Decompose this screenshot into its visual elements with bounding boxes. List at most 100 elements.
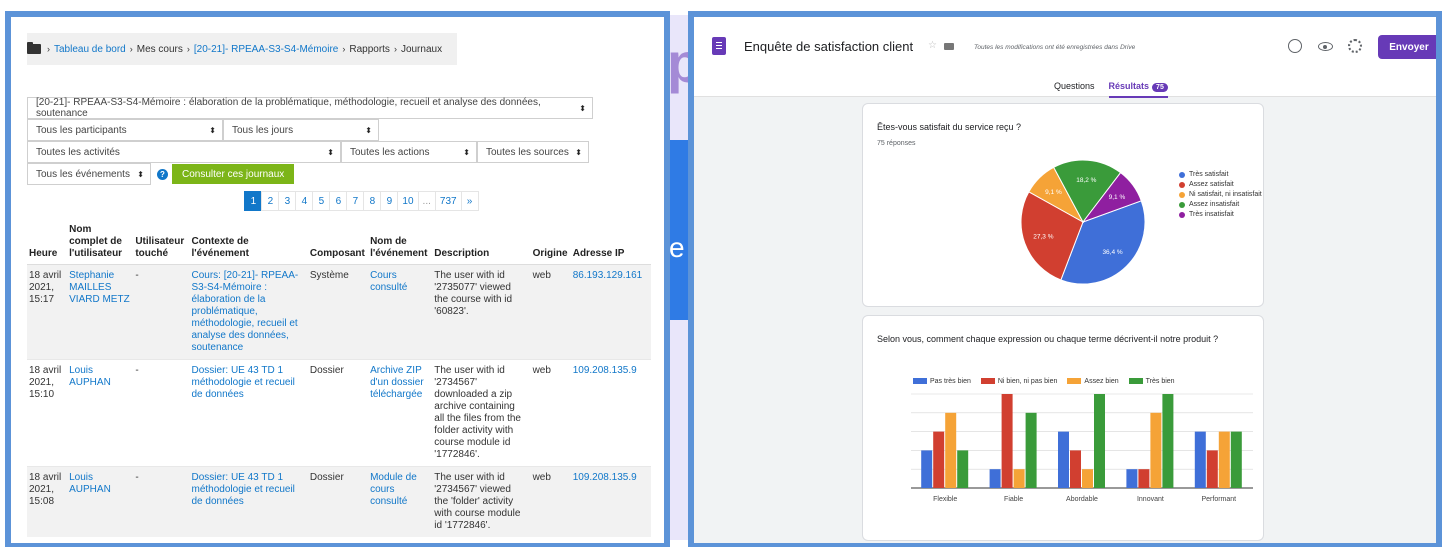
legend-label: Ni satisfait, ni insatisfait	[1189, 191, 1262, 198]
form-title[interactable]: Enquête de satisfaction client	[744, 39, 913, 54]
pie-slice-label: 9,1 %	[1109, 194, 1126, 201]
cell-affected: -	[133, 264, 190, 360]
cell-user[interactable]: Louis AUPHAN	[67, 359, 134, 467]
column-header: Utilisateur touché	[133, 221, 190, 265]
participants-select-value: Tous les participants	[36, 124, 127, 136]
select-caret-icon: ⬍	[463, 147, 470, 157]
pie-slice-label: 36,4 %	[1102, 249, 1122, 256]
cell-context[interactable]: Dossier: UE 43 TD 1 méthodologie et recu…	[189, 359, 308, 467]
page-link[interactable]: 4	[295, 191, 314, 211]
page-link[interactable]: 7	[346, 191, 365, 211]
bar	[957, 450, 969, 488]
folder-icon[interactable]	[944, 43, 954, 50]
actions-select-value: Toutes les actions	[350, 146, 430, 158]
page-link[interactable]: 9	[380, 191, 399, 211]
cell-event[interactable]: Archive ZIP d'un dossier téléchargée	[368, 359, 433, 467]
category-label: Performant	[1201, 496, 1236, 503]
legend-item: Assez satisfait	[1179, 180, 1262, 190]
table-row: 18 avril 2021, 15:08 Louis AUPHAN - Dossier…	[27, 466, 651, 537]
bar	[1138, 469, 1150, 488]
page-link[interactable]: 3	[278, 191, 297, 211]
cell-component: Système	[307, 264, 369, 360]
bar	[1058, 431, 1069, 488]
send-button[interactable]: Envoyer	[1378, 35, 1436, 59]
page-link[interactable]: 737	[434, 191, 462, 211]
view-logs-button[interactable]: Consulter ces journaux	[172, 164, 295, 184]
log-filters: [20-21]- RPEAA-S3-S4-Mémoire : élaborati…	[27, 97, 657, 185]
tab-results[interactable]: Résultats 75	[1108, 81, 1168, 98]
page-link[interactable]: 5	[312, 191, 331, 211]
legend-label: Assez insatisfait	[1189, 201, 1240, 208]
pie-slice-label: 27,3 %	[1033, 233, 1053, 240]
bar	[1230, 431, 1242, 488]
google-forms-screenshot: Enquête de satisfaction client ☆ Toutes …	[688, 11, 1442, 547]
events-select[interactable]: Tous les événements ⬍	[27, 163, 151, 185]
page-link[interactable]: 10	[397, 191, 419, 211]
bar	[1094, 394, 1105, 488]
course-select[interactable]: [20-21]- RPEAA-S3-S4-Mémoire : élaborati…	[27, 97, 593, 119]
help-icon[interactable]: ?	[157, 168, 168, 180]
cell-event[interactable]: Cours consulté	[368, 264, 433, 360]
cell-time: 18 avril 2021, 15:08	[27, 466, 68, 537]
cell-description: The user with id '2734567' viewed the 'f…	[432, 466, 531, 537]
cell-context[interactable]: Dossier: UE 43 TD 1 méthodologie et recu…	[189, 466, 308, 537]
pie-slice-label: 9,1 %	[1045, 189, 1062, 196]
legend-label: Très satisfait	[1189, 171, 1229, 178]
breadcrumb-dashboard[interactable]: Tableau de bord	[54, 44, 126, 55]
cell-description: The user with id '2734567' downloaded a …	[432, 359, 531, 467]
bar	[1218, 431, 1230, 488]
breadcrumb-course[interactable]: [20-21]- RPEAA-S3-S4-Mémoire	[194, 44, 339, 55]
category-label: Innovant	[1137, 496, 1164, 503]
breadcrumb-my-courses[interactable]: Mes cours	[137, 44, 183, 55]
tab-questions[interactable]: Questions	[1054, 81, 1095, 98]
column-header: Composant	[307, 221, 369, 265]
bar	[1070, 450, 1081, 488]
cell-affected: -	[133, 359, 190, 467]
category-label: Fiable	[1004, 496, 1023, 503]
palette-icon[interactable]	[1288, 39, 1302, 53]
select-caret-icon: ⬍	[327, 147, 334, 157]
page-link[interactable]: 2	[261, 191, 280, 211]
cell-user[interactable]: Louis AUPHAN	[67, 466, 134, 537]
page-link[interactable]: 1	[244, 191, 263, 211]
events-select-value: Tous les événements	[36, 168, 130, 180]
chevron-right-icon: ›	[186, 44, 190, 54]
breadcrumb-reports[interactable]: Rapports	[349, 44, 390, 55]
bar	[1082, 469, 1093, 488]
sources-select[interactable]: Toutes les sources ⬍	[477, 141, 589, 163]
actions-select[interactable]: Toutes les actions ⬍	[341, 141, 477, 163]
bar-chart: Flexible Fiable Abordable Innovant Performan…	[911, 393, 1253, 503]
cell-ip[interactable]: 109.208.135.9	[570, 359, 651, 467]
background-letter: e	[669, 232, 685, 263]
cell-component: Dossier	[307, 359, 369, 467]
cell-ip[interactable]: 109.208.135.9	[570, 466, 651, 537]
bar	[933, 431, 945, 488]
participants-select[interactable]: Tous les participants ⬍	[27, 119, 223, 141]
bar	[1025, 412, 1037, 488]
pie-chart-card: Êtes-vous satisfait du service reçu ? 75…	[862, 103, 1264, 307]
sources-select-value: Toutes les sources	[486, 146, 569, 158]
page-link: ...	[417, 191, 436, 211]
page-link[interactable]: »	[460, 191, 479, 211]
cell-origin: web	[530, 466, 571, 537]
cell-user[interactable]: Stephanie MAILLES VIARD METZ	[67, 264, 134, 360]
cell-ip[interactable]: 86.193.129.161	[570, 264, 651, 360]
legend-item: Très satisfait	[1179, 170, 1262, 180]
bar	[989, 469, 1001, 488]
bar	[1126, 469, 1138, 488]
preview-eye-icon[interactable]	[1318, 42, 1333, 51]
column-header: Heure	[27, 221, 68, 265]
legend-item: Très insatisfait	[1179, 210, 1262, 220]
cell-context[interactable]: Cours: [20-21]- RPEAA-S3-S4-Mémoire : él…	[189, 264, 308, 360]
days-select[interactable]: Tous les jours ⬍	[223, 119, 379, 141]
pagination: 1 2 3 4 5 6 7 8 9 10... 737»	[67, 191, 657, 211]
chevron-right-icon: ›	[47, 44, 50, 54]
page-link[interactable]: 6	[329, 191, 348, 211]
column-header: Origine	[530, 221, 571, 265]
page-link[interactable]: 8	[363, 191, 382, 211]
activities-select[interactable]: Toutes les activités ⬍	[27, 141, 341, 163]
settings-gear-icon[interactable]	[1348, 39, 1362, 53]
star-icon[interactable]: ☆	[928, 40, 937, 51]
cell-event[interactable]: Module de cours consulté	[368, 466, 433, 537]
pie-slice-label: 18,2 %	[1076, 177, 1096, 184]
